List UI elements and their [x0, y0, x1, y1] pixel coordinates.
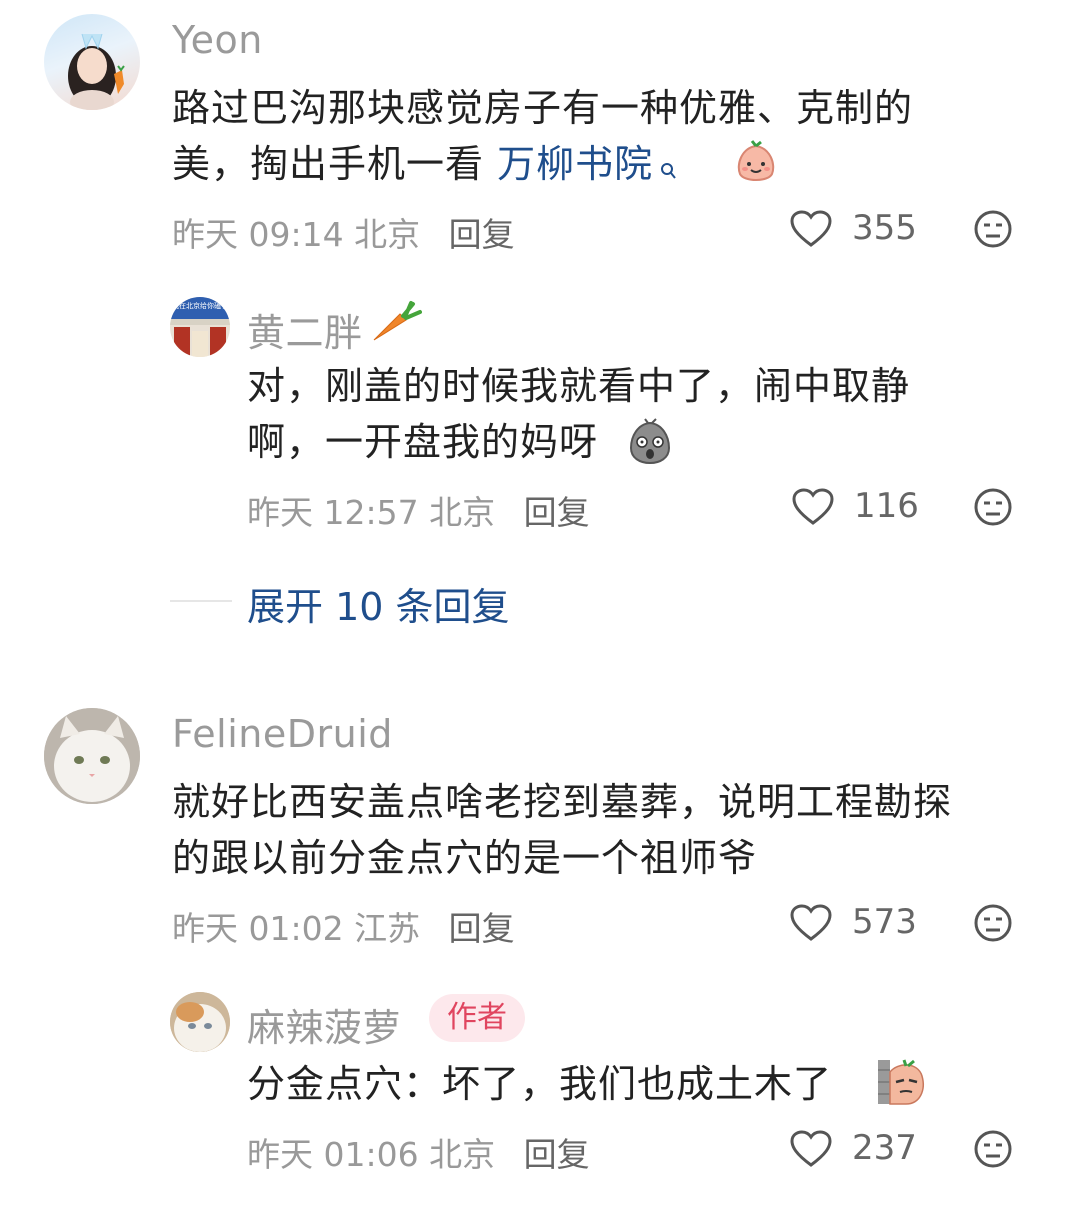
reply-meta: 昨天 01:06 北京 回复 — [247, 1128, 590, 1176]
dislike-icon[interactable] — [973, 209, 1013, 249]
comment-text: 就好比西安盖点啥老挖到墓葬，说明工程勘探 的跟以前分金点穴的是一个祖师爷 — [172, 774, 1052, 886]
avatar[interactable]: 我在北京给你磕了 — [170, 297, 230, 357]
dislike-icon[interactable] — [973, 903, 1013, 943]
reply-button[interactable]: 回复 — [524, 493, 590, 532]
username[interactable]: FelineDruid — [172, 712, 393, 756]
dislike-icon[interactable] — [973, 1129, 1013, 1169]
like-count: 116 — [854, 486, 919, 526]
shocked-emoji-icon — [626, 418, 674, 470]
location: 北京 — [429, 493, 496, 532]
username[interactable]: 麻辣菠萝 — [247, 997, 401, 1052]
comment-text-segment: 美，掏出手机一看 — [172, 142, 498, 186]
comment-text-line: 美，掏出手机一看 万柳书院 — [172, 136, 1052, 196]
search-link-icon[interactable] — [659, 140, 677, 196]
like-count: 573 — [852, 902, 917, 942]
username[interactable]: 黄二胖 — [247, 302, 363, 357]
reply-text-line: 分金点穴：坏了，我们也成土木了 — [247, 1062, 833, 1106]
location: 北京 — [354, 215, 421, 254]
like-icon[interactable] — [790, 1130, 832, 1168]
location: 江苏 — [354, 909, 421, 948]
avatar-caption: 我在北京给你磕了 — [172, 302, 228, 310]
dislike-icon[interactable] — [973, 487, 1013, 527]
reply-text: 分金点穴：坏了，我们也成土木了 — [247, 1056, 1047, 1112]
username[interactable]: Yeon — [172, 18, 263, 62]
comment-meta: 昨天 09:14 北京 回复 — [172, 208, 515, 256]
comment-meta: 昨天 01:02 江苏 回复 — [172, 902, 515, 950]
comment-text-line: 就好比西安盖点啥老挖到墓葬，说明工程勘探 — [172, 780, 953, 824]
reply-button[interactable]: 回复 — [449, 909, 515, 948]
peeking-emoji-icon — [876, 1058, 926, 1110]
divider — [170, 600, 232, 602]
like-icon[interactable] — [790, 210, 832, 248]
reply-button[interactable]: 回复 — [449, 215, 515, 254]
comment-text-line: 路过巴沟那块感觉房子有一种优雅、克制的 — [172, 86, 914, 130]
avatar[interactable] — [44, 708, 140, 804]
like-count: 355 — [852, 208, 917, 248]
timestamp: 昨天 12:57 — [247, 493, 419, 532]
like-icon[interactable] — [792, 488, 834, 526]
peach-emoji-icon — [732, 138, 780, 190]
timestamp: 昨天 01:06 — [247, 1135, 419, 1174]
timestamp: 昨天 09:14 — [172, 215, 344, 254]
comment-text-line: 的跟以前分金点穴的是一个祖师爷 — [172, 836, 758, 880]
reply-meta: 昨天 12:57 北京 回复 — [247, 486, 590, 534]
reply-button[interactable]: 回复 — [524, 1135, 590, 1174]
like-icon[interactable] — [790, 904, 832, 942]
carrot-icon — [370, 300, 422, 348]
expand-replies-button[interactable]: 展开 10 条回复 — [247, 576, 510, 631]
author-badge: 作者 — [429, 994, 525, 1042]
comment-text: 路过巴沟那块感觉房子有一种优雅、克制的 美，掏出手机一看 万柳书院 — [172, 80, 1052, 196]
location: 北京 — [429, 1135, 496, 1174]
avatar[interactable] — [170, 992, 230, 1052]
search-link[interactable]: 万柳书院 — [497, 142, 653, 186]
reply-text-line: 对，刚盖的时候我就看中了，闹中取静 — [247, 364, 911, 408]
avatar[interactable] — [44, 14, 140, 110]
like-count: 237 — [852, 1128, 917, 1168]
timestamp: 昨天 01:02 — [172, 909, 344, 948]
